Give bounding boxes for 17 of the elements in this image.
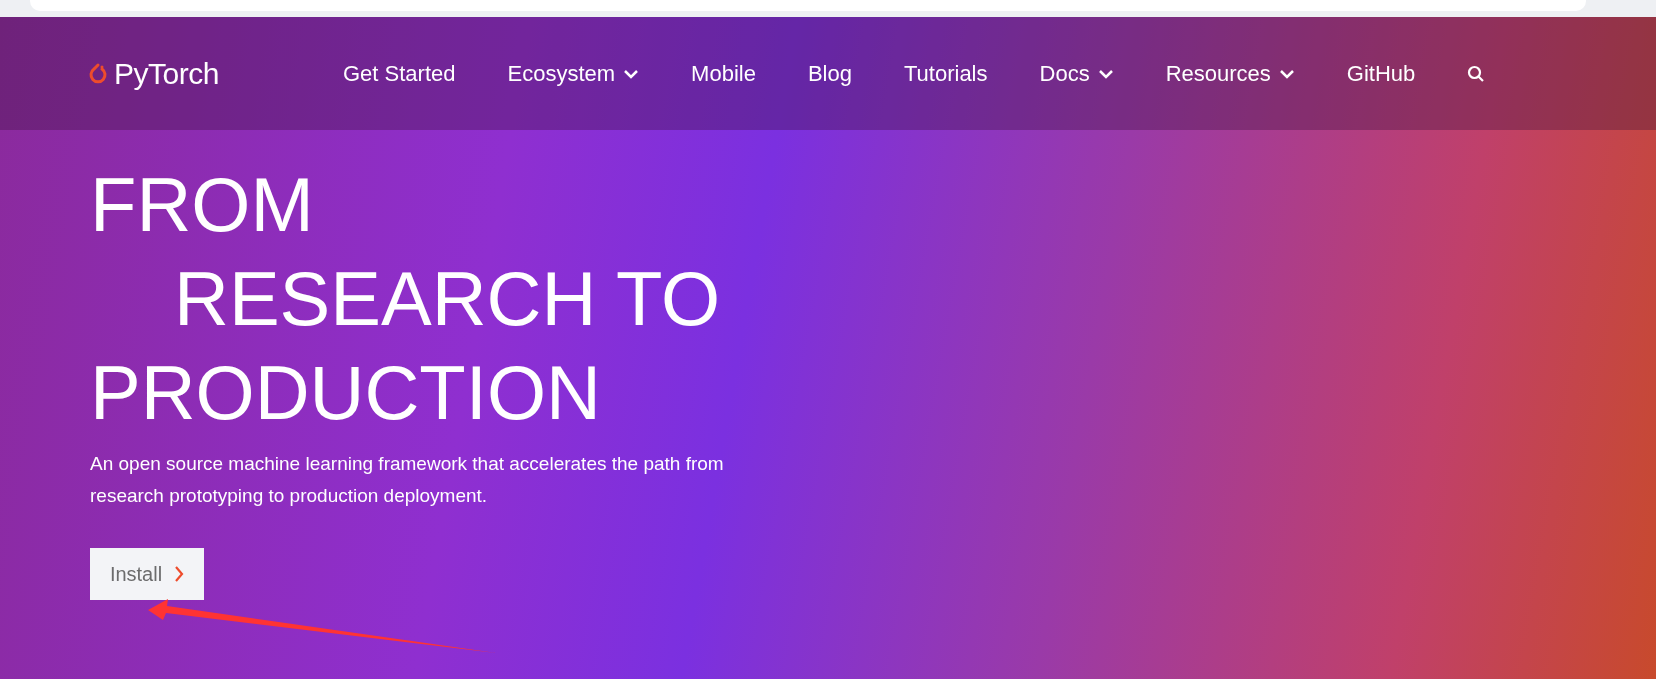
nav-link[interactable]: Get Started xyxy=(343,57,456,90)
hero-title-line: RESEARCH TO xyxy=(173,255,722,343)
hero-description: An open source machine learning framework that accelerates the path from research prototyping to production deployment. xyxy=(90,452,725,508)
nav-menu[interactable]: Docs xyxy=(1039,57,1114,90)
install-button[interactable]: Install xyxy=(90,548,204,600)
nav-menu[interactable]: Ecosystem xyxy=(507,57,640,90)
nav-link[interactable]: Mobile xyxy=(691,57,756,90)
hero-title-line: FROM xyxy=(90,161,315,249)
nav-link[interactable]: Tutorials xyxy=(903,57,988,90)
search-icon[interactable] xyxy=(1467,64,1486,83)
chevron-right-icon xyxy=(174,565,185,583)
nav-link[interactable]: Blog xyxy=(807,57,852,90)
nav-menu[interactable]: Resources xyxy=(1165,57,1295,90)
hero-title-line: PRODUCTION xyxy=(90,349,602,437)
nav-link[interactable]: GitHub xyxy=(1346,57,1416,90)
logo-text[interactable]: PyTorch xyxy=(114,51,219,96)
flame-logo-icon xyxy=(88,61,108,86)
